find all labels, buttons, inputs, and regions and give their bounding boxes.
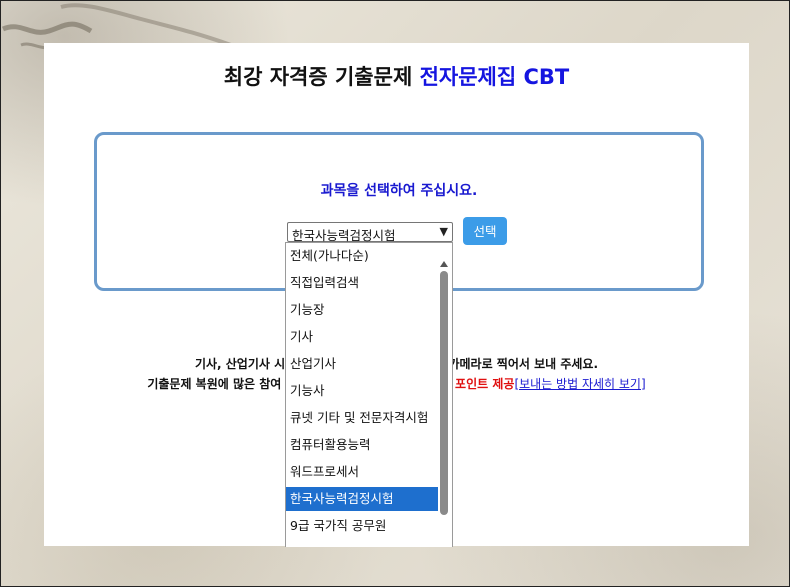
scroll-thumb[interactable] bbox=[440, 271, 448, 515]
dropdown-option[interactable]: 9급 국가직 공무원 bbox=[286, 514, 438, 538]
subject-select-value: 한국사능력검정시험 bbox=[292, 228, 396, 243]
chevron-down-icon: ▼ bbox=[439, 225, 448, 238]
how-to-send-link[interactable]: [보내는 방법 자세히 보기] bbox=[514, 377, 645, 391]
select-button[interactable]: 선택 bbox=[463, 217, 507, 245]
page-title: 최강 자격증 기출문제 전자문제집 CBT bbox=[44, 61, 749, 91]
dropdown-option[interactable]: 한국사능력검정시험 bbox=[286, 487, 438, 511]
dropdown-option[interactable]: 컴퓨터활용능력 bbox=[286, 433, 438, 457]
subject-select[interactable]: 한국사능력검정시험 ▼ bbox=[287, 222, 453, 243]
dropdown-option[interactable]: 워드프로세서 bbox=[286, 460, 438, 484]
dropdown-option[interactable]: 큐넷 기타 및 전문자격시험 bbox=[286, 406, 438, 430]
dropdown-option[interactable]: 전체(가나다순) bbox=[286, 244, 438, 268]
scroll-up-arrow-icon[interactable] bbox=[440, 261, 448, 267]
dropdown-option[interactable]: 기능사 bbox=[286, 379, 438, 403]
window-frame: 최강 자격증 기출문제 전자문제집 CBT 과목을 선택하여 주십시요. 한국사… bbox=[0, 0, 790, 587]
subject-dropdown-list[interactable]: 9급 국가직 공무원 한국사능력검정시험 워드프로세서 컴퓨터활용능력 큐넷 기타 및 … bbox=[285, 242, 453, 547]
selection-prompt: 과목을 선택하여 주십시요. bbox=[320, 183, 478, 199]
page-title-accent: 전자문제집 CBT bbox=[419, 65, 570, 89]
notice-line-1-right: 폰카메라로 찍어서 보내 주세요. bbox=[437, 357, 599, 371]
dropdown-option[interactable]: 기사 bbox=[286, 325, 438, 349]
dropdown-option[interactable]: 산업기사 bbox=[286, 352, 438, 376]
dropdown-option[interactable]: 기능장 bbox=[286, 298, 438, 322]
dropdown-option[interactable]: 직접입력검색 bbox=[286, 271, 438, 295]
page-title-main: 최강 자격증 기출문제 bbox=[223, 65, 420, 89]
dropdown-scrollbar[interactable] bbox=[437, 243, 452, 547]
